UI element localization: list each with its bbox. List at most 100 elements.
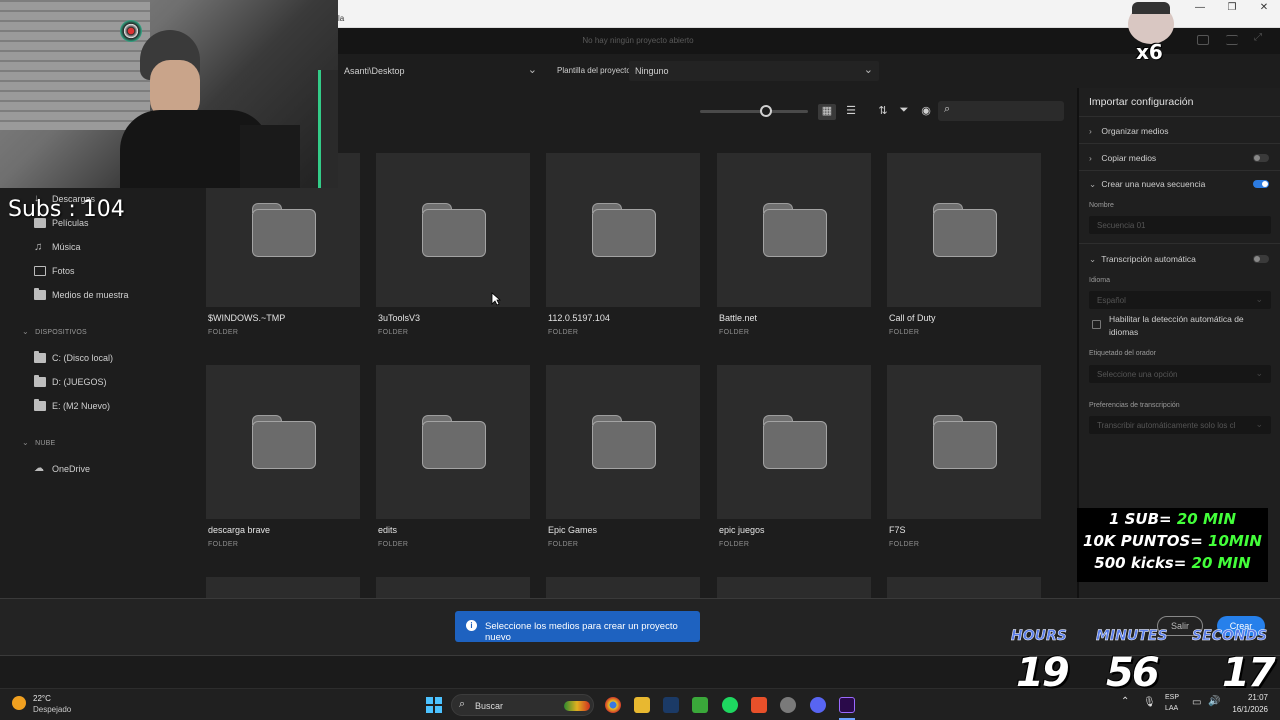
spotify-icon[interactable] (722, 697, 738, 713)
copy-media-row[interactable]: › Copiar medios (1089, 153, 1156, 163)
taskbar-search[interactable]: ⌕ Buscar (451, 694, 594, 716)
search-input[interactable]: ⌕ (938, 101, 1064, 121)
media-card[interactable] (887, 153, 1041, 307)
location-dropdown[interactable]: Asanti\Desktop ⌄ (338, 61, 543, 81)
network-icon[interactable]: ▭ (1192, 697, 1201, 708)
new-sequence-row[interactable]: ⌄ Crear una nueva secuencia (1089, 179, 1205, 190)
media-card[interactable] (206, 365, 360, 519)
chevron-up-icon[interactable]: ⌃ (1121, 696, 1129, 707)
media-type: FOLDER (889, 329, 920, 336)
sidebar-item-sample-media[interactable]: Medios de muestra (34, 288, 129, 300)
media-name: edits (378, 525, 398, 535)
media-card[interactable] (887, 365, 1041, 519)
language-indicator-2[interactable]: LAA (1165, 705, 1178, 712)
divider (1079, 143, 1280, 144)
clock-date[interactable]: 16/1/2026 (1222, 705, 1268, 714)
sidebar-item-photos[interactable]: Fotos (34, 266, 75, 276)
template-label: Plantilla del proyecto (557, 66, 631, 75)
media-card[interactable] (717, 153, 871, 307)
template-dropdown[interactable]: Ninguno ⌄ (629, 61, 879, 81)
sidebar-item-drive-e[interactable]: E: (M2 Nuevo) (34, 399, 111, 411)
menu-icon[interactable] (1226, 35, 1238, 45)
premiere-pro-icon[interactable] (839, 697, 855, 713)
folder-icon (34, 399, 46, 411)
language-indicator-1[interactable]: ESP (1165, 694, 1179, 701)
app-icon[interactable] (780, 697, 796, 713)
template-value: Ninguno (635, 66, 669, 76)
speaker-label: Etiquetado del orador (1089, 350, 1156, 357)
chevron-down-icon: ⌄ (1089, 254, 1097, 264)
media-card[interactable] (546, 153, 700, 307)
media-card[interactable] (376, 365, 530, 519)
info-notice: i Seleccione los medios para crear un pr… (455, 611, 700, 643)
share-icon[interactable] (1197, 35, 1209, 45)
media-type: FOLDER (719, 329, 750, 336)
windows-start-icon[interactable] (426, 697, 442, 713)
chrome-icon[interactable] (605, 697, 621, 713)
folder-icon (34, 375, 46, 387)
media-card[interactable] (717, 577, 871, 598)
media-name: F7S (889, 525, 906, 535)
thumbnail-size-slider[interactable] (700, 110, 808, 113)
chevron-down-icon: ⌄ (1255, 294, 1263, 304)
xbox-icon[interactable] (692, 697, 708, 713)
microphone-arm (240, 125, 300, 188)
media-card[interactable] (376, 153, 530, 307)
rule-line: 500 kicks= 20 MIN (1094, 554, 1251, 572)
chevron-right-icon: › (1089, 153, 1092, 163)
dartboard (120, 20, 142, 42)
location-path: Asanti\Desktop (344, 66, 405, 76)
sidebar-item-label: E: (M2 Nuevo) (52, 401, 111, 411)
view-options-icon[interactable]: ◉ (917, 104, 935, 120)
media-name: 3uToolsV3 (378, 313, 421, 323)
sidebar-item-onedrive[interactable]: ☁ OneDrive (34, 464, 90, 475)
volume-icon[interactable]: 🔊 (1208, 696, 1220, 707)
organize-media-row[interactable]: › Organizar medios (1089, 126, 1168, 136)
fullscreen-icon[interactable]: ⤢ (1254, 32, 1266, 43)
media-type: FOLDER (548, 541, 579, 548)
maximize-icon[interactable]: ❐ (1222, 2, 1242, 13)
devices-heading[interactable]: ⌄ DISPOSITIVOS (22, 327, 87, 336)
brave-icon[interactable] (751, 697, 767, 713)
discord-icon[interactable] (810, 697, 826, 713)
media-card[interactable] (546, 365, 700, 519)
file-explorer-icon[interactable] (634, 697, 650, 713)
list-view-icon[interactable]: ☰ (842, 104, 860, 120)
media-card[interactable] (376, 577, 530, 598)
search-icon: ⌕ (459, 698, 466, 710)
auto-detect-checkbox[interactable] (1092, 320, 1101, 329)
auto-transcription-toggle[interactable] (1253, 255, 1269, 263)
speaker-select[interactable]: Seleccione una opción ⌄ (1089, 365, 1271, 383)
sidebar-item-drive-c[interactable]: C: (Disco local) (34, 351, 113, 363)
minimize-icon[interactable]: — (1190, 2, 1210, 13)
media-card[interactable] (717, 365, 871, 519)
language-select[interactable]: Español ⌄ (1089, 291, 1271, 309)
slider-handle[interactable] (760, 105, 772, 117)
close-icon[interactable]: ✕ (1254, 2, 1274, 13)
sticker-hat (1132, 2, 1170, 14)
prefs-select[interactable]: Transcribir automáticamente solo los cl … (1089, 416, 1271, 434)
prefs-label: Preferencias de transcripción (1089, 402, 1180, 409)
copy-media-toggle[interactable] (1253, 154, 1269, 162)
media-card[interactable] (206, 577, 360, 598)
media-card[interactable] (546, 577, 700, 598)
auto-transcription-row[interactable]: ⌄ Transcripción automática (1089, 254, 1196, 265)
sidebar-item-drive-d[interactable]: D: (JUEGOS) (34, 375, 107, 387)
subs-counter: Subs : 104 (8, 197, 125, 222)
media-card[interactable] (887, 577, 1041, 598)
hours-value: 19 (1016, 650, 1070, 696)
microphone-icon[interactable]: 🎙 (1143, 697, 1156, 708)
new-sequence-toggle[interactable] (1253, 180, 1269, 188)
sidebar-item-music[interactable]: ♫ Música (34, 242, 81, 253)
chevron-down-icon: ⌄ (22, 327, 29, 336)
grid-view-icon[interactable]: ▦ (818, 104, 836, 120)
filter-icon[interactable]: ⏷ (895, 104, 913, 120)
steam-icon[interactable] (663, 697, 679, 713)
sort-icon[interactable]: ⇅ (874, 104, 892, 120)
chevron-down-icon: ⌄ (527, 64, 537, 76)
cloud-heading[interactable]: ⌄ NUBE (22, 438, 55, 447)
media-name: epic juegos (719, 525, 765, 535)
mouse-cursor-icon (491, 292, 501, 306)
seconds-value: 17 (1222, 650, 1276, 696)
sequence-name-input[interactable]: Secuencia 01 (1089, 216, 1271, 234)
